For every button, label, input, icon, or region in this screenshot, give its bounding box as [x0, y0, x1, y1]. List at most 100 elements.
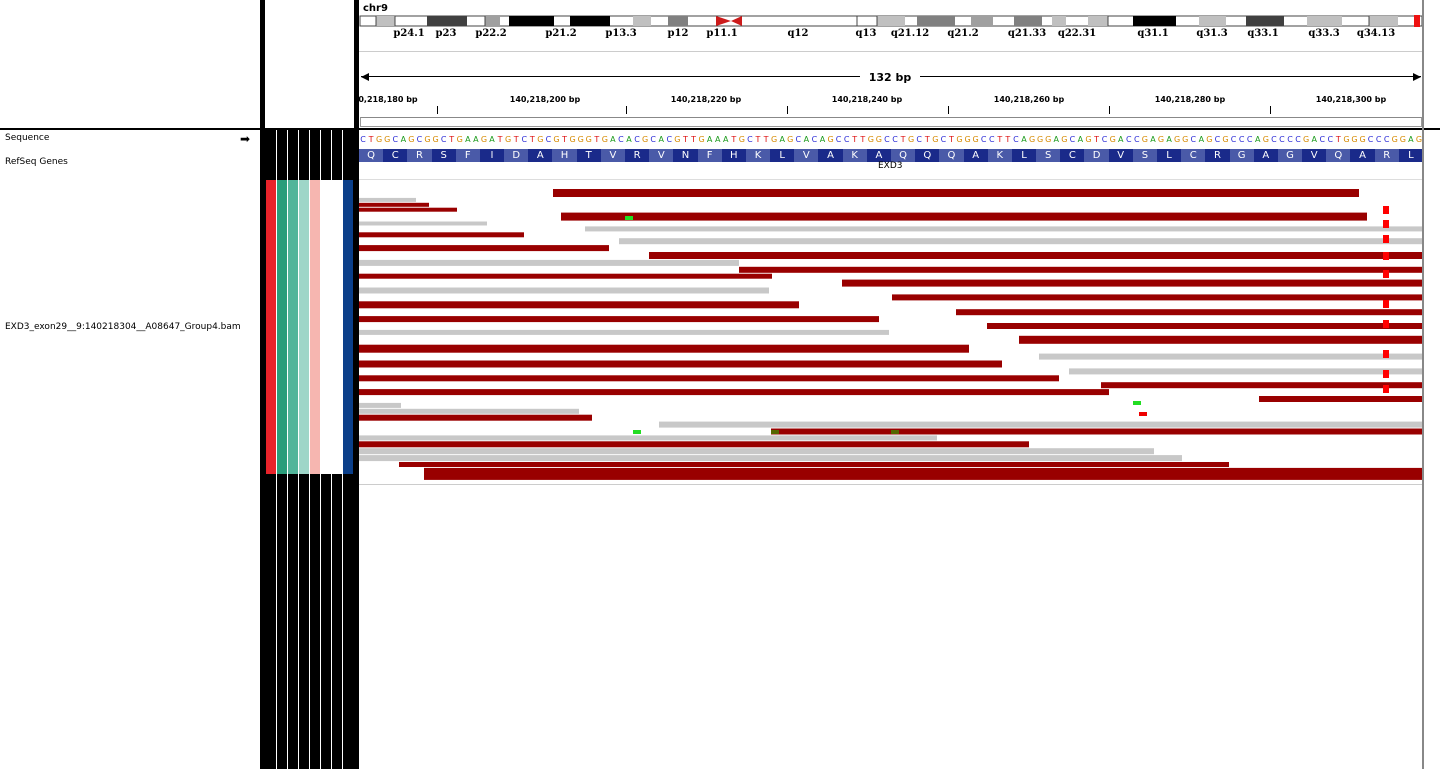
- amino-acid[interactable]: A: [1253, 149, 1278, 162]
- base-letter: A: [715, 135, 721, 143]
- base-letter: C: [1247, 135, 1253, 143]
- amino-acid[interactable]: V: [1108, 149, 1133, 162]
- attr-cell[interactable]: [288, 180, 298, 474]
- attr-cell[interactable]: [332, 180, 342, 474]
- base-letter: G: [1206, 135, 1212, 143]
- base-letter: C: [360, 135, 366, 143]
- amino-acid[interactable]: R: [407, 149, 432, 162]
- amino-acid[interactable]: V: [649, 149, 674, 162]
- base-letter: G: [739, 135, 745, 143]
- track-name-panel: Sequence RefSeq Genes EXD3_exon29__9:140…: [0, 130, 260, 769]
- amino-acid[interactable]: R: [625, 149, 650, 162]
- amino-acid[interactable]: L: [1398, 149, 1423, 162]
- amino-acid[interactable]: L: [770, 149, 795, 162]
- amino-acid[interactable]: D: [1084, 149, 1109, 162]
- attr-cell[interactable]: [299, 180, 309, 474]
- base-letter: A: [401, 135, 407, 143]
- read-alignment: [359, 207, 457, 212]
- amino-acid[interactable]: R: [1374, 149, 1399, 162]
- base-letter: G: [868, 135, 874, 143]
- band-label: q21.12: [890, 28, 930, 39]
- track-name-bam[interactable]: EXD3_exon29__9:140218304__A08647_Group4.…: [5, 322, 241, 332]
- amino-acid[interactable]: T: [576, 149, 601, 162]
- base-letter: C: [796, 135, 802, 143]
- gene-name[interactable]: EXD3: [878, 161, 903, 171]
- amino-acid[interactable]: F: [455, 149, 480, 162]
- base-letter: G: [876, 135, 882, 143]
- base-letter: A: [707, 135, 713, 143]
- amino-acid[interactable]: C: [1060, 149, 1085, 162]
- amino-acid[interactable]: Q: [359, 149, 384, 162]
- amino-acid[interactable]: H: [552, 149, 577, 162]
- attr-cell[interactable]: [266, 180, 276, 474]
- read-alignment: [359, 414, 592, 421]
- base-letter: A: [1078, 135, 1084, 143]
- read-alignment: [771, 428, 1423, 435]
- read-alignment: [359, 360, 1002, 368]
- track-name-refseq[interactable]: RefSeq Genes: [5, 157, 68, 167]
- panel-divider[interactable]: [260, 0, 264, 769]
- amino-acid[interactable]: S: [1132, 149, 1157, 162]
- base-letter: G: [1303, 135, 1309, 143]
- sequence-track[interactable]: CTGGCAGCGGCTGAAGATGTCTGCGTGGGTGACACGCACG…: [359, 133, 1423, 143]
- read-alignment: [659, 421, 1423, 428]
- base-letter: T: [851, 135, 857, 143]
- ruler-box[interactable]: [360, 117, 1422, 127]
- amino-acid[interactable]: G: [1229, 149, 1254, 162]
- amino-acid[interactable]: Q: [1326, 149, 1351, 162]
- base-letter: C: [650, 135, 656, 143]
- base-letter: G: [384, 135, 390, 143]
- amino-acid[interactable]: V: [794, 149, 819, 162]
- amino-acid[interactable]: L: [1011, 149, 1037, 162]
- base-letter: G: [674, 135, 680, 143]
- amino-acid[interactable]: D: [504, 149, 529, 162]
- amino-acid[interactable]: Q: [915, 149, 940, 162]
- amino-acid[interactable]: V: [1302, 149, 1327, 162]
- base-letter: G: [827, 135, 833, 143]
- track-name-sequence[interactable]: Sequence: [5, 133, 49, 143]
- amino-acid[interactable]: F: [697, 149, 722, 162]
- amino-acid[interactable]: L: [1157, 149, 1182, 162]
- amino-acid[interactable]: K: [745, 149, 771, 162]
- amino-acid[interactable]: A: [963, 149, 988, 162]
- base-letter: C: [1279, 135, 1285, 143]
- amino-acid[interactable]: Q: [939, 149, 964, 162]
- base-letter: G: [787, 135, 793, 143]
- base-letter: G: [1351, 135, 1357, 143]
- base-letter: G: [570, 135, 576, 143]
- base-letter: G: [457, 135, 463, 143]
- base-letter: C: [1013, 135, 1019, 143]
- amino-acid[interactable]: K: [987, 149, 1012, 162]
- attr-cell[interactable]: [277, 180, 287, 474]
- amino-acid[interactable]: N: [673, 149, 698, 162]
- amino-acid[interactable]: A: [528, 149, 553, 162]
- amino-acid[interactable]: R: [1205, 149, 1230, 162]
- amino-acid[interactable]: I: [479, 149, 505, 162]
- attr-cell[interactable]: [310, 180, 320, 474]
- base-letter: T: [996, 135, 1002, 143]
- base-letter: A: [1255, 135, 1261, 143]
- amino-acid[interactable]: C: [383, 149, 408, 162]
- amino-acid[interactable]: V: [600, 149, 625, 162]
- attr-cell[interactable]: [343, 180, 353, 474]
- amino-acid[interactable]: A: [818, 149, 843, 162]
- strand-arrow-icon[interactable]: ➡: [240, 132, 250, 146]
- amino-acid[interactable]: G: [1277, 149, 1303, 162]
- base-letter: G: [578, 135, 584, 143]
- base-letter: G: [1343, 135, 1349, 143]
- base-letter: T: [497, 135, 503, 143]
- amino-acid[interactable]: C: [1181, 149, 1206, 162]
- base-letter: C: [1126, 135, 1132, 143]
- base-letter: G: [586, 135, 592, 143]
- base-letter: C: [1134, 135, 1140, 143]
- base-letter: C: [1239, 135, 1245, 143]
- attr-cell[interactable]: [321, 180, 331, 474]
- alignment-track[interactable]: [359, 180, 1423, 480]
- amino-acid[interactable]: H: [721, 149, 746, 162]
- chromosome-ideogram[interactable]: [359, 15, 1423, 27]
- amino-acid[interactable]: S: [1036, 149, 1061, 162]
- amino-acid[interactable]: A: [1350, 149, 1375, 162]
- attribute-panel: [260, 130, 358, 769]
- amino-acid[interactable]: K: [842, 149, 867, 162]
- amino-acid[interactable]: S: [431, 149, 456, 162]
